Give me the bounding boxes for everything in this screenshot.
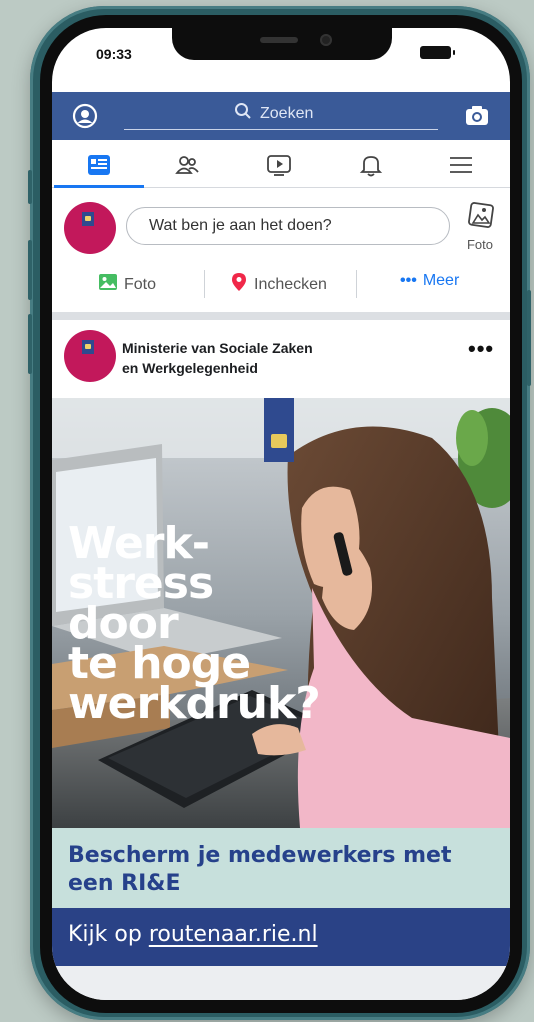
- tab-menu[interactable]: [448, 152, 474, 178]
- action-photo[interactable]: Foto: [98, 272, 156, 297]
- status-input[interactable]: Wat ben je aan het doen?: [126, 207, 450, 245]
- profile-icon[interactable]: [72, 103, 98, 129]
- photo-button[interactable]: Foto: [462, 202, 498, 252]
- post-options-button[interactable]: •••: [468, 336, 494, 362]
- post-headline: Werk- stress door te hoge werkdruk?: [68, 522, 368, 729]
- post-avatar[interactable]: [64, 330, 116, 382]
- post-author-line2: en Werkgelegenheid: [122, 360, 258, 376]
- post-header: Ministerie van Sociale Zaken en Werkgele…: [52, 320, 510, 398]
- action-more-label: Meer: [422, 272, 460, 289]
- battery-icon: [420, 46, 455, 59]
- photo-icon: [98, 272, 118, 297]
- post-author-line1: Ministerie van Sociale Zaken: [122, 340, 313, 356]
- camera-icon[interactable]: [464, 103, 490, 129]
- government-logo: [264, 398, 294, 462]
- location-pin-icon: [230, 272, 248, 297]
- composer-actions: Foto Inchecken ••• Meer: [52, 264, 510, 304]
- action-checkin[interactable]: Inchecken: [230, 272, 327, 297]
- search-icon: [234, 102, 252, 125]
- status-composer: Wat ben je aan het doen? Foto Foto Inche…: [52, 188, 510, 316]
- front-camera: [320, 34, 332, 46]
- status-input-placeholder: Wat ben je aan het doen?: [149, 217, 332, 234]
- divider: [204, 270, 205, 298]
- divider: [356, 270, 357, 298]
- tab-friends[interactable]: [174, 152, 200, 178]
- photo-gallery-icon: [466, 202, 494, 234]
- action-photo-label: Foto: [124, 275, 157, 293]
- post-author[interactable]: Ministerie van Sociale Zaken en Werkgele…: [122, 338, 382, 378]
- action-checkin-label: Inchecken: [254, 275, 327, 293]
- tab-home-feed[interactable]: [86, 152, 112, 178]
- speaker: [260, 37, 298, 43]
- coat-of-arms-logo: [82, 212, 94, 226]
- more-dots-icon: •••: [400, 272, 417, 289]
- headline-line: werkdruk?: [68, 678, 321, 729]
- tab-watch[interactable]: [266, 152, 292, 178]
- tab-bar: [52, 140, 510, 188]
- action-more[interactable]: ••• Meer: [400, 272, 459, 290]
- photo-button-label: Foto: [466, 237, 493, 252]
- volume-up-button: [28, 240, 32, 300]
- side-button: [28, 170, 32, 204]
- phone-screen: 09:33 Zoeken Wat ben je aan het doen? Fo…: [52, 28, 510, 1000]
- power-button: [527, 290, 531, 386]
- post-cta: Kijk op routenaar.rie.nl: [68, 922, 318, 947]
- app-header: Zoeken: [52, 92, 510, 140]
- post-tagline: Bescherm je medewerkers met een RI&E: [68, 843, 452, 896]
- post-tagline-box: Bescherm je medewerkers met een RI&E: [52, 828, 510, 908]
- search-bar[interactable]: Zoeken: [124, 100, 438, 130]
- feed-separator: [52, 312, 510, 320]
- post-image[interactable]: Werk- stress door te hoge werkdruk?: [52, 398, 510, 828]
- volume-down-button: [28, 314, 32, 374]
- status-time: 09:33: [96, 46, 132, 62]
- post-cta-box[interactable]: Kijk op routenaar.rie.nl: [52, 908, 510, 966]
- tab-notifications[interactable]: [358, 152, 384, 178]
- notch: [172, 28, 392, 60]
- feed-bottom: [52, 966, 510, 1000]
- coat-of-arms-logo: [82, 340, 94, 354]
- avatar[interactable]: [64, 202, 116, 254]
- search-placeholder: Zoeken: [260, 104, 314, 122]
- cta-prefix: Kijk op: [68, 922, 149, 947]
- cta-link[interactable]: routenaar.rie.nl: [149, 922, 318, 947]
